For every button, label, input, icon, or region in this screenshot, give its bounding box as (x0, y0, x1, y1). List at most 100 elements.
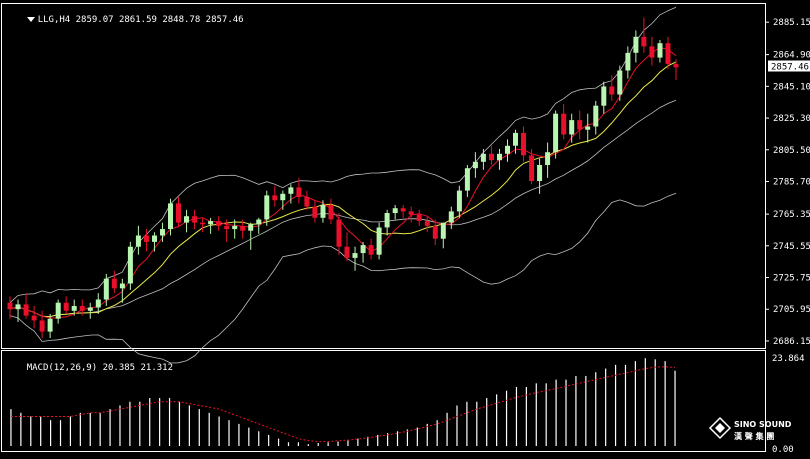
candle-body (15, 304, 21, 310)
candle-body (432, 225, 438, 239)
candle-body (280, 193, 286, 201)
candle-body (55, 302, 61, 319)
ohlc-values: 2859.07 2861.59 2848.78 2857.46 (75, 15, 244, 25)
candle-body (480, 153, 486, 162)
candle-body (47, 318, 53, 332)
candle-body (537, 165, 543, 181)
candle-body (440, 222, 446, 239)
candle-body (649, 46, 655, 58)
candle-body (79, 306, 85, 311)
candle-body (400, 208, 406, 212)
candle (376, 222, 382, 260)
candle-body (296, 187, 302, 197)
candle-body (408, 211, 414, 215)
symbol-label: LLG,H4 (37, 15, 71, 25)
candle-body (95, 299, 101, 308)
candle-body (416, 214, 422, 221)
logo-text-en: SINO SOUND (734, 420, 792, 429)
candle-body (497, 153, 502, 161)
candle-body (39, 320, 45, 332)
candle-body (585, 126, 591, 130)
price-tick-label: 2785.70 (773, 177, 810, 187)
candle-body (368, 245, 374, 255)
candle-body (111, 278, 117, 289)
price-tick-label: 2805.50 (773, 146, 810, 156)
candle-body (376, 227, 382, 255)
candle-body (561, 113, 567, 135)
candle-body (553, 113, 559, 153)
price-tick-label: 2845.10 (773, 82, 810, 92)
candle-body (633, 36, 639, 53)
candle-body (184, 216, 189, 223)
candle-body (617, 70, 623, 95)
current-price-marker: 2857.46 (768, 60, 810, 73)
candle-body (320, 205, 326, 218)
candle-body (352, 253, 358, 258)
candle-body (31, 315, 37, 321)
candle-body (200, 222, 206, 225)
candle (127, 241, 133, 290)
candle-body (304, 197, 310, 207)
candle-body (143, 235, 149, 242)
candle-body (152, 235, 157, 242)
dropdown-triangle-icon[interactable] (26, 17, 35, 22)
candle-body (103, 278, 109, 300)
candle-body (127, 246, 133, 284)
candle-body (264, 195, 270, 220)
candle-body (657, 43, 663, 58)
candle-body (392, 208, 398, 213)
candle-body (256, 219, 262, 225)
candle (553, 110, 559, 159)
candle-body (641, 36, 647, 47)
candle-body (216, 221, 222, 226)
candle-body (119, 283, 125, 289)
candle-body (160, 229, 165, 236)
candle-body (424, 221, 430, 226)
candle-body (505, 145, 510, 154)
candle-body (529, 155, 535, 181)
candle-body (472, 161, 478, 169)
candle-body (168, 203, 173, 229)
candle-body (489, 153, 494, 161)
candle-body (521, 132, 526, 156)
candle-body (569, 120, 575, 135)
candle-body (601, 86, 607, 106)
candle-body (23, 304, 29, 316)
candle-body (625, 52, 631, 71)
candle-body (312, 206, 318, 218)
price-tick-label: 2765.35 (773, 210, 810, 220)
candle-body (135, 235, 141, 247)
logo-text-cn: 漢 聲 集 團 (734, 431, 774, 441)
candle-body (545, 152, 551, 165)
candle-body (63, 302, 69, 311)
price-tick-label: 2705.95 (773, 305, 810, 315)
price-tick-label: 2825.30 (773, 114, 810, 124)
candle-body (456, 190, 462, 212)
candle-body (176, 203, 181, 223)
chart-root: 2885.15 2864.90 2845.10 2825.30 2805.50 2785.… (0, 0, 810, 455)
candle-body (464, 168, 470, 191)
candle-body (513, 132, 518, 146)
macd-top-label: 23.864 (772, 354, 805, 364)
macd-bottom-label: 0.00 (772, 445, 794, 455)
candle-body (232, 225, 238, 230)
chart-canvas: 2885.15 2864.90 2845.10 2825.30 2805.50 2785.… (0, 0, 810, 455)
candle-body (344, 246, 350, 258)
candle-body (288, 187, 294, 194)
candle-body (240, 225, 246, 231)
chart-header: LLG,H4 2859.07 2861.59 2848.78 2857.46 (5, 5, 244, 35)
macd-header: MACD(12,26,9) 20.385 21.312 (5, 353, 173, 383)
candle-body (384, 213, 390, 228)
candle-body (448, 211, 454, 223)
candle-body (360, 245, 366, 254)
candle-body (328, 205, 334, 220)
macd-values: 20.385 21.312 (102, 363, 174, 373)
candle-body (208, 221, 214, 225)
macd-label: MACD(12,26,9) (26, 363, 98, 373)
candle-body (609, 86, 615, 95)
price-tick-label: 2745.55 (773, 242, 810, 252)
candle-body (224, 225, 230, 230)
candle-body (673, 64, 679, 68)
candle-body (665, 43, 671, 64)
candle-body (272, 195, 278, 201)
